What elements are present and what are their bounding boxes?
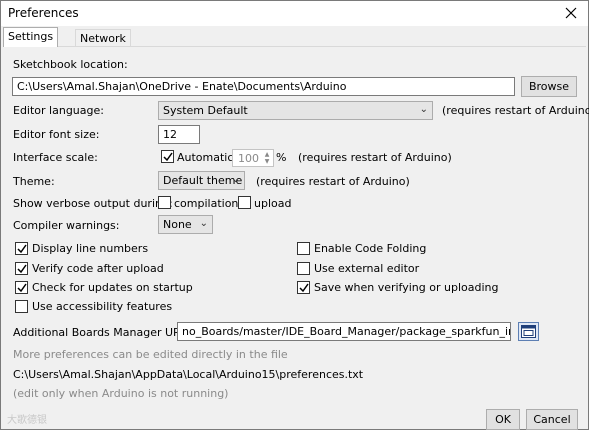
boards-manager-urls-input[interactable]: no_Boards/master/IDE_Board_Manager/packa… <box>177 322 511 341</box>
compilation-checkbox[interactable] <box>158 196 171 209</box>
display-line-numbers-checkbox[interactable] <box>15 242 28 255</box>
watermark: 大歌德银 <box>7 415 47 426</box>
close-button[interactable] <box>560 3 582 23</box>
editor-language-select[interactable]: System Default ⌄ <box>158 101 433 120</box>
compiler-warnings-value: None <box>163 218 192 231</box>
cancel-button[interactable]: Cancel <box>526 409 578 430</box>
preferences-file-path: C:\Users\Amal.Shajan\AppData\Local\Ardui… <box>13 368 364 381</box>
compiler-warnings-label: Compiler warnings: <box>13 219 120 232</box>
upload-label: upload <box>254 197 292 210</box>
sketchbook-location-input[interactable]: C:\Users\Amal.Shajan\OneDrive - Enate\Do… <box>12 77 515 96</box>
theme-label: Theme: <box>13 175 55 188</box>
interface-scale-unit: % <box>276 151 287 164</box>
window-title: Preferences <box>8 6 79 20</box>
check-updates-label: Check for updates on startup <box>32 281 193 294</box>
automatic-checkbox[interactable] <box>161 150 174 163</box>
title-bar: Preferences <box>1 1 588 26</box>
accessibility-label: Use accessibility features <box>32 300 173 313</box>
automatic-label: Automatic <box>177 151 234 164</box>
editor-language-note: (requires restart of Arduino) <box>442 104 589 117</box>
verbose-label: Show verbose output during: <box>13 197 173 210</box>
boards-manager-label: Additional Boards Manager URLs: <box>13 326 197 339</box>
verify-after-upload-checkbox[interactable] <box>15 262 28 275</box>
checkmark-icon <box>17 283 27 293</box>
save-on-verify-checkbox[interactable] <box>297 281 310 294</box>
browse-button[interactable]: Browse <box>521 76 577 97</box>
close-icon <box>565 7 577 19</box>
compilation-label: compilation <box>174 197 239 210</box>
external-editor-checkbox[interactable] <box>297 262 310 275</box>
ok-button[interactable]: OK <box>486 409 520 430</box>
more-preferences-text: More preferences can be edited directly … <box>13 348 288 361</box>
interface-scale-label: Interface scale: <box>13 151 98 164</box>
chevron-down-icon: ⌄ <box>199 218 208 229</box>
checkmark-icon <box>17 264 27 274</box>
code-folding-label: Enable Code Folding <box>314 242 427 255</box>
sketchbook-label: Sketchbook location: <box>13 58 128 71</box>
font-size-input[interactable]: 12 <box>158 125 200 144</box>
accessibility-checkbox[interactable] <box>15 300 28 313</box>
settings-panel: Sketchbook location: C:\Users\Amal.Shaja… <box>3 46 589 407</box>
theme-value: Default theme <box>163 174 243 187</box>
display-line-numbers-label: Display line numbers <box>32 242 149 255</box>
checkmark-icon <box>17 244 27 254</box>
tab-network[interactable]: Network <box>75 29 131 46</box>
check-updates-checkbox[interactable] <box>15 281 28 294</box>
verify-after-upload-label: Verify code after upload <box>32 262 164 275</box>
tab-settings[interactable]: Settings <box>3 27 59 47</box>
editor-language-label: Editor language: <box>13 104 104 117</box>
font-size-label: Editor font size: <box>13 128 100 141</box>
preferences-window: Preferences Settings Network Sketchbook … <box>0 0 589 430</box>
chevron-down-icon: ⌄ <box>231 174 240 185</box>
window-list-icon <box>521 325 536 338</box>
code-folding-checkbox[interactable] <box>297 242 310 255</box>
checkmark-icon <box>163 152 173 162</box>
theme-select[interactable]: Default theme ⌄ <box>158 171 245 190</box>
interface-scale-spinner[interactable]: 100 ▲ ▼ <box>232 149 274 167</box>
interface-scale-value: 100 <box>238 152 259 165</box>
save-on-verify-label: Save when verifying or uploading <box>314 281 499 294</box>
chevron-down-icon: ⌄ <box>419 104 428 115</box>
upload-checkbox[interactable] <box>238 196 251 209</box>
edit-urls-button[interactable] <box>518 322 539 341</box>
compiler-warnings-select[interactable]: None ⌄ <box>158 215 213 234</box>
edit-warning-text: (edit only when Arduino is not running) <box>13 387 229 400</box>
spinner-arrows-icon[interactable]: ▲ ▼ <box>262 151 272 165</box>
editor-language-value: System Default <box>163 104 248 117</box>
external-editor-label: Use external editor <box>314 262 420 275</box>
checkmark-icon <box>299 283 309 293</box>
theme-note: (requires restart of Arduino) <box>256 175 410 188</box>
interface-scale-note: (requires restart of Arduino) <box>298 151 452 164</box>
